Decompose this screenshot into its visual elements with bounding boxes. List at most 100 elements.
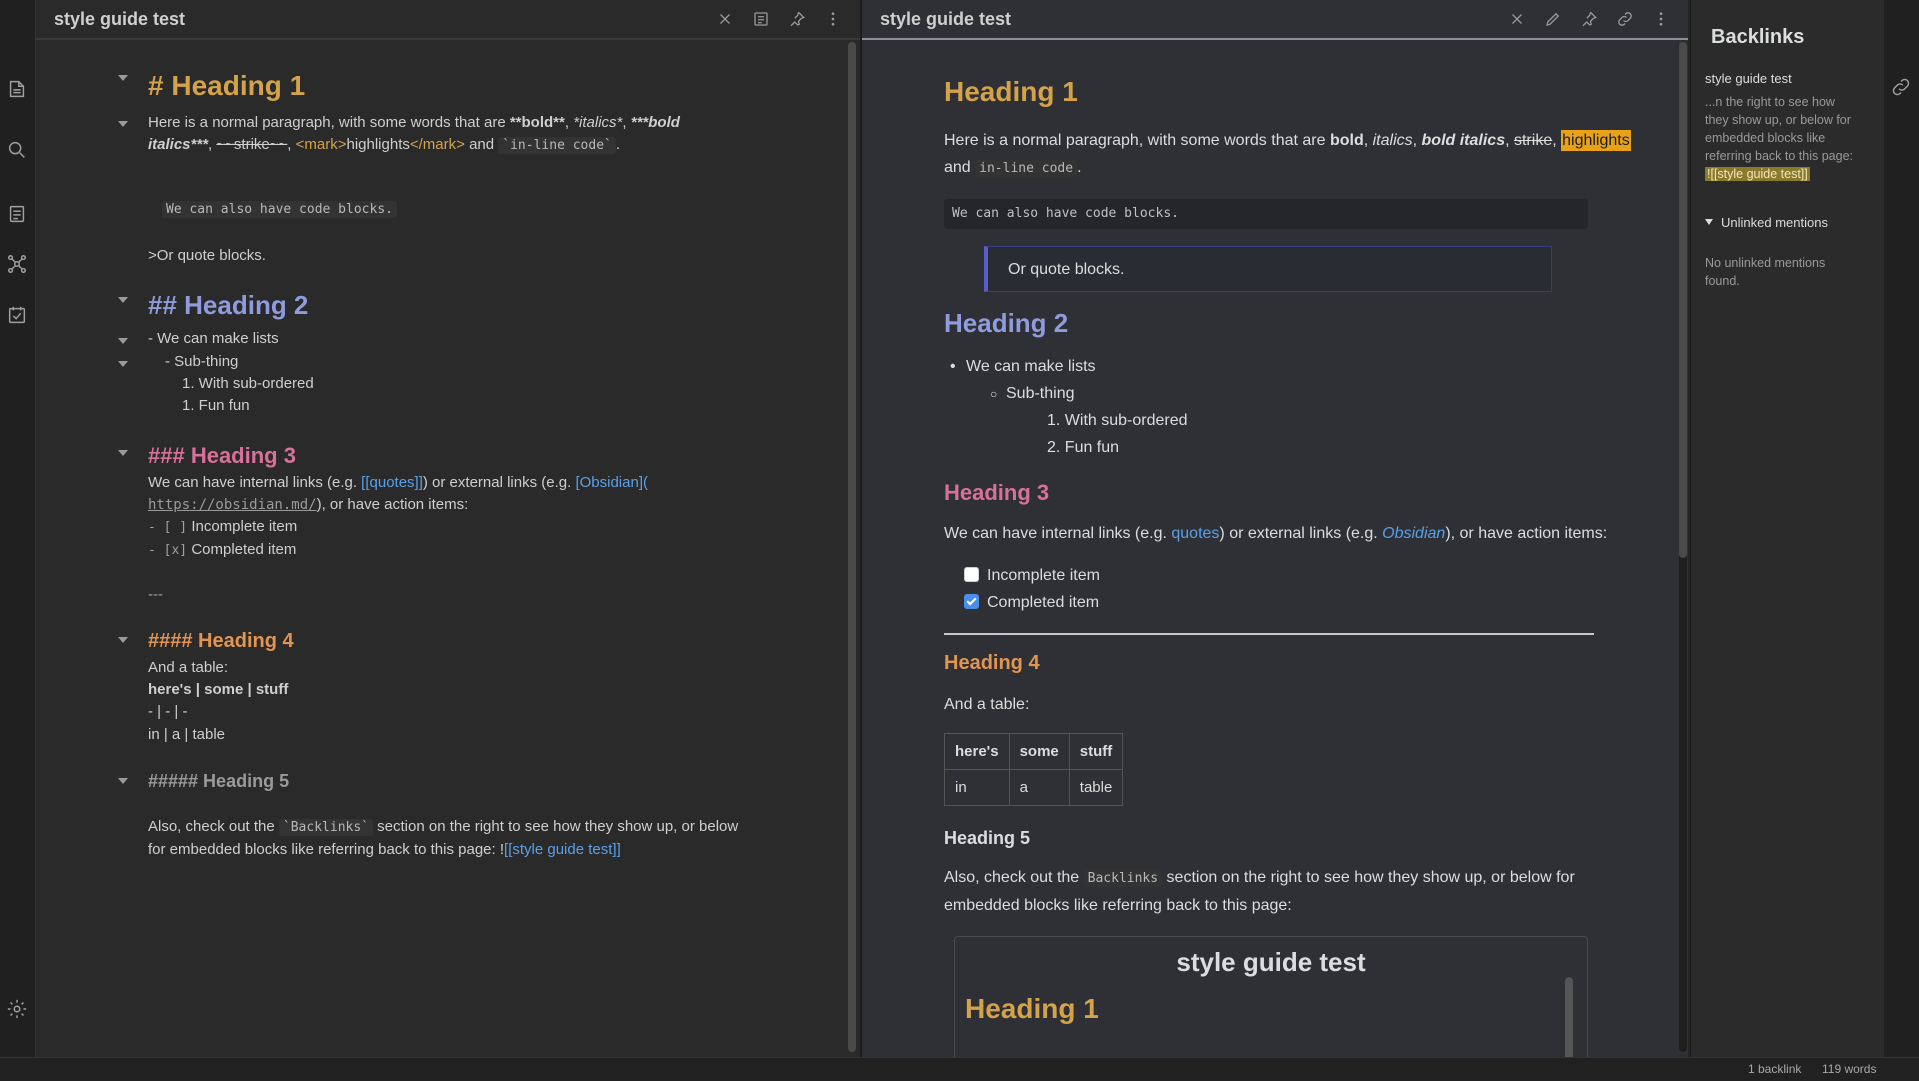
link-icon[interactable] bbox=[1612, 6, 1638, 32]
fold-toggle[interactable] bbox=[118, 450, 128, 456]
internal-link[interactable]: quotes bbox=[1171, 525, 1219, 542]
preview-list-item: 1. With sub-ordered bbox=[1047, 412, 1188, 429]
fold-toggle[interactable] bbox=[118, 361, 128, 367]
starred-icon[interactable] bbox=[4, 201, 30, 227]
preview-scrollbar[interactable] bbox=[1679, 42, 1687, 1052]
preview-pane-title: style guide test bbox=[880, 8, 1012, 29]
settings-gear-icon[interactable] bbox=[4, 996, 30, 1022]
status-bar: 1 backlink 119 words bbox=[0, 1057, 1919, 1081]
preview-heading-1: Heading 1 bbox=[944, 76, 1078, 107]
close-icon[interactable] bbox=[1504, 6, 1530, 32]
unlinked-mentions-empty: No unlinked mentions found. bbox=[1705, 256, 1826, 288]
status-word-count: 119 words bbox=[1822, 1062, 1877, 1076]
preview-code-block: We can also have code blocks. bbox=[944, 199, 1588, 229]
preview-table-intro: And a table: bbox=[944, 696, 1030, 713]
embedded-note[interactable]: style guide test Heading 1 bbox=[954, 936, 1588, 1057]
chevron-down-icon bbox=[1705, 219, 1713, 225]
editor-heading-2[interactable]: ## Heading 2 bbox=[148, 290, 308, 321]
preview-heading-2: Heading 2 bbox=[944, 308, 1069, 338]
preview-list-item: 2. Fun fun bbox=[1047, 439, 1120, 456]
pin-icon[interactable] bbox=[1576, 6, 1602, 32]
task-checkbox[interactable] bbox=[964, 567, 979, 582]
backlink-snippet[interactable]: ...n the right to see how they show up, … bbox=[1705, 93, 1853, 183]
preview-pane-header: style guide test bbox=[862, 0, 1688, 40]
editor-links-line-2[interactable]: https://obsidian.md/), or have action it… bbox=[148, 496, 468, 513]
editor-pane-title: style guide test bbox=[54, 8, 186, 29]
embed-title: style guide test bbox=[1176, 947, 1366, 977]
fold-toggle[interactable] bbox=[118, 297, 128, 303]
editor-task-complete[interactable]: - [x] Completed item bbox=[148, 541, 296, 558]
preview-paragraph-line-2: and in-line code. bbox=[944, 159, 1082, 177]
table-cell: a bbox=[1008, 769, 1070, 806]
editor-heading-5[interactable]: ##### Heading 5 bbox=[148, 771, 289, 792]
edit-pencil-icon[interactable] bbox=[1540, 6, 1566, 32]
editor-table-row[interactable]: in | a | table bbox=[148, 726, 225, 743]
editor-heading-1[interactable]: # Heading 1 bbox=[148, 70, 305, 102]
graph-view-icon[interactable] bbox=[4, 251, 30, 277]
editor-backlinks-line-1[interactable]: Also, check out the `Backlinks` section … bbox=[148, 818, 738, 836]
table-cell: table bbox=[1068, 769, 1124, 806]
fold-toggle[interactable] bbox=[118, 778, 128, 784]
daily-note-icon[interactable] bbox=[4, 302, 30, 328]
preview-toggle-icon[interactable] bbox=[748, 6, 774, 32]
status-backlink-count: 1 backlink bbox=[1748, 1062, 1802, 1076]
fold-toggle[interactable] bbox=[118, 338, 128, 344]
editor-paragraph-line-2[interactable]: italics***, ~~strike~~, <mark>highlights… bbox=[148, 136, 620, 154]
editor-paragraph-line-1[interactable]: Here is a normal paragraph, with some wo… bbox=[148, 114, 680, 131]
editor-table-row[interactable]: - | - | - bbox=[148, 703, 187, 720]
more-options-icon[interactable] bbox=[1648, 6, 1674, 32]
table-cell: in bbox=[944, 769, 1010, 806]
more-options-icon[interactable] bbox=[820, 6, 846, 32]
editor-list-item[interactable]: - We can make lists bbox=[148, 330, 279, 347]
editor-backlinks-line-2[interactable]: for embedded blocks like referring back … bbox=[148, 841, 621, 858]
editor-heading-4[interactable]: #### Heading 4 bbox=[148, 630, 294, 653]
external-link[interactable]: Obsidian bbox=[1382, 525, 1445, 542]
editor-scrollbar[interactable] bbox=[848, 42, 856, 1052]
editor-table-row[interactable]: here's | some | stuff bbox=[148, 681, 288, 698]
search-icon[interactable] bbox=[4, 137, 30, 163]
editor-pane: style guide test # Heading 1 Here is a n… bbox=[36, 0, 860, 1057]
editor-heading-3[interactable]: ### Heading 3 bbox=[148, 443, 296, 469]
close-icon[interactable] bbox=[712, 6, 738, 32]
preview-task-incomplete: Incomplete item bbox=[964, 567, 1100, 585]
preview-backlinks-line-1: Also, check out the Backlinks section on… bbox=[944, 869, 1575, 887]
files-icon[interactable] bbox=[4, 76, 30, 102]
fold-toggle[interactable] bbox=[118, 637, 128, 643]
backlinks-link-icon[interactable] bbox=[1890, 76, 1914, 100]
editor-task-incomplete[interactable]: - [ ] Incomplete item bbox=[148, 518, 297, 535]
table-row: in a table bbox=[944, 769, 1124, 806]
preview-pane: style guide test Heading 1 Here is a nor… bbox=[862, 0, 1688, 1057]
table-header-cell: here's bbox=[944, 733, 1010, 770]
preview-links-paragraph: We can have internal links (e.g. quotes)… bbox=[944, 525, 1608, 542]
table-header-cell: stuff bbox=[1068, 733, 1124, 770]
pin-icon[interactable] bbox=[784, 6, 810, 32]
editor-code-block[interactable]: We can also have code blocks. bbox=[162, 200, 397, 218]
editor-list-item[interactable]: - Sub-thing bbox=[165, 353, 238, 370]
left-ribbon bbox=[0, 0, 36, 1057]
editor-table-intro[interactable]: And a table: bbox=[148, 659, 228, 676]
unlinked-mentions-toggle[interactable]: Unlinked mentions bbox=[1705, 215, 1828, 230]
preview-heading-4: Heading 4 bbox=[944, 652, 1040, 674]
backlinks-title: Backlinks bbox=[1711, 26, 1805, 48]
preview-paragraph-line-1: Here is a normal paragraph, with some wo… bbox=[944, 130, 1631, 151]
preview-hr bbox=[944, 633, 1594, 635]
backlinks-panel: Backlinks style guide test ...n the righ… bbox=[1690, 0, 1884, 1057]
preview-table: here's some stuff in a table bbox=[944, 733, 1124, 806]
fold-toggle[interactable] bbox=[118, 121, 128, 127]
editor-list-item[interactable]: 1. With sub-ordered bbox=[182, 375, 314, 392]
editor-pane-header: style guide test bbox=[36, 0, 860, 40]
editor-hr[interactable]: --- bbox=[148, 586, 163, 603]
embed-scrollbar[interactable] bbox=[1565, 977, 1573, 1057]
editor-links-line-1[interactable]: We can have internal links (e.g. [[quote… bbox=[148, 474, 648, 491]
table-header-cell: some bbox=[1008, 733, 1070, 770]
embed-heading-1: Heading 1 bbox=[965, 993, 1099, 1024]
fold-toggle[interactable] bbox=[118, 75, 128, 81]
backlink-file[interactable]: style guide test bbox=[1705, 71, 1792, 86]
task-checkbox-checked[interactable] bbox=[964, 594, 979, 609]
preview-heading-5: Heading 5 bbox=[944, 828, 1031, 848]
right-sidebar-ribbon bbox=[1884, 0, 1919, 1057]
editor-quote[interactable]: >Or quote blocks. bbox=[148, 247, 266, 264]
preview-backlinks-line-2: embedded blocks like referring back to t… bbox=[944, 897, 1292, 914]
editor-list-item[interactable]: 1. Fun fun bbox=[182, 397, 250, 414]
preview-list-item: ○ Sub-thing bbox=[990, 385, 1075, 402]
